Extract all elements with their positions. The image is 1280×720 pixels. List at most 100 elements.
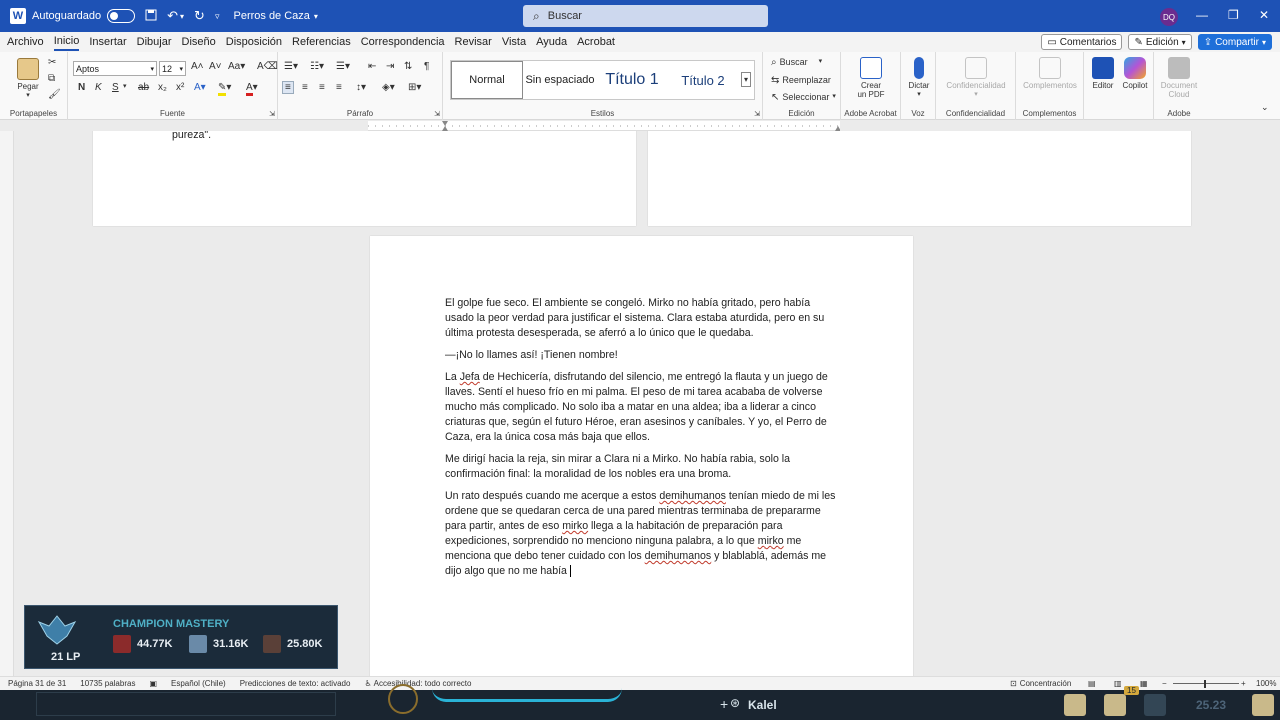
editing-mode-button[interactable]: ✎ Edición ▾: [1128, 34, 1192, 50]
numbering-icon[interactable]: ☷▾: [310, 61, 324, 72]
grow-font-icon[interactable]: A˄: [191, 61, 204, 72]
format-painter-icon[interactable]: 🖌: [48, 89, 61, 100]
superscript-icon[interactable]: x²: [176, 82, 184, 93]
settings-icon[interactable]: [1252, 694, 1274, 716]
zoom-out-icon[interactable]: −: [1162, 679, 1167, 688]
page-count[interactable]: Página 31 de 31: [8, 679, 66, 688]
paragraph-4[interactable]: Me dirigí hacia la reja, sin mirar a Cla…: [445, 452, 841, 482]
align-center-icon[interactable]: ≡: [302, 82, 308, 93]
share-button[interactable]: ⇪ Compartir ▾: [1197, 34, 1272, 50]
font-name-field[interactable]: Aptos ▾: [73, 61, 157, 76]
tab-acrobat[interactable]: Acrobat: [577, 34, 615, 50]
style-normal[interactable]: Normal: [451, 61, 523, 99]
addins-button[interactable]: Complementos: [1018, 57, 1082, 90]
italic-icon[interactable]: K: [95, 82, 102, 93]
plus-icon[interactable]: +: [720, 696, 728, 712]
undo-dropdown-icon[interactable]: ▾: [180, 12, 184, 21]
avatar[interactable]: DQ: [1160, 8, 1178, 26]
create-pdf-button[interactable]: Crear un PDF: [847, 57, 895, 99]
copy-icon[interactable]: ⧉: [48, 73, 55, 84]
decrease-indent-icon[interactable]: ⇤: [368, 61, 376, 72]
justify-icon[interactable]: ≡: [336, 82, 342, 93]
style-no-spacing[interactable]: Sin espaciado: [525, 61, 595, 99]
accessibility-status[interactable]: Accesibilidad: todo correcto: [374, 679, 472, 688]
restore-icon[interactable]: ❐: [1228, 8, 1239, 22]
cut-icon[interactable]: ✂: [48, 57, 56, 68]
read-mode-icon[interactable]: ▤: [1088, 679, 1096, 688]
bullets-icon[interactable]: ☰▾: [284, 61, 298, 72]
tab-dibujar[interactable]: Dibujar: [137, 34, 172, 50]
close-icon[interactable]: ✕: [1259, 8, 1269, 22]
page-body[interactable]: El golpe fue seco. El ambiente se congel…: [445, 296, 841, 586]
tab-correspondencia[interactable]: Correspondencia: [361, 34, 445, 50]
paragraph-1[interactable]: El golpe fue seco. El ambiente se congel…: [445, 296, 841, 341]
line-spacing-icon[interactable]: ↕▾: [356, 82, 366, 93]
font-dialog-launcher-icon[interactable]: ⇲: [269, 110, 275, 118]
inventory-icon[interactable]: [1104, 694, 1126, 716]
tab-archivo[interactable]: Archivo: [7, 34, 44, 50]
highlight-icon[interactable]: ✎▾: [218, 82, 231, 96]
tab-insertar[interactable]: Insertar: [89, 34, 126, 50]
customize-toolbar-icon[interactable]: ▿: [215, 11, 220, 22]
select-button[interactable]: ↖ Seleccionar ▾: [771, 92, 836, 103]
paragraph-dialog-launcher-icon[interactable]: ⇲: [434, 110, 440, 118]
web-layout-icon[interactable]: ▦: [1140, 679, 1148, 688]
tab-ayuda[interactable]: Ayuda: [536, 34, 567, 50]
align-right-icon[interactable]: ≡: [319, 82, 325, 93]
styles-more-icon[interactable]: ▾: [741, 72, 752, 87]
current-page[interactable]: El golpe fue seco. El ambiente se congel…: [370, 236, 913, 676]
tab-disposicion[interactable]: Disposición: [226, 34, 282, 50]
zoom-slider[interactable]: [1173, 683, 1239, 684]
minimize-icon[interactable]: —: [1196, 8, 1208, 22]
text-predictions[interactable]: Predicciones de texto: activado: [240, 679, 351, 688]
focus-button[interactable]: ⊡ Concentración: [1010, 679, 1071, 688]
player-name[interactable]: Kalel: [748, 698, 777, 712]
search-box[interactable]: ⌕ Buscar: [523, 5, 768, 27]
strikethrough-icon[interactable]: ab: [138, 82, 149, 93]
undo-icon[interactable]: ↶: [167, 8, 178, 24]
show-formatting-icon[interactable]: ¶: [424, 61, 429, 72]
shading-icon[interactable]: ◈▾: [382, 82, 395, 93]
underline-icon[interactable]: S: [112, 82, 119, 93]
borders-icon[interactable]: ⊞▾: [408, 82, 421, 93]
comments-button[interactable]: ▭ Comentarios: [1041, 34, 1123, 50]
paste-button[interactable]: Pegar ▾: [10, 58, 46, 99]
save-icon[interactable]: [145, 9, 157, 24]
font-color-icon[interactable]: A▾: [246, 82, 258, 96]
align-left-icon[interactable]: ≡: [282, 81, 294, 94]
bold-icon[interactable]: N: [78, 82, 85, 93]
vertical-ruler[interactable]: [0, 131, 14, 676]
word-count[interactable]: 10735 palabras: [80, 679, 135, 688]
language[interactable]: Español (Chile): [171, 679, 226, 688]
collapse-ribbon-icon[interactable]: ⌄: [1261, 102, 1269, 113]
find-button[interactable]: ⌕ Buscar ▾: [771, 57, 822, 68]
text-effects-icon[interactable]: A▾: [194, 82, 206, 93]
zoom-level[interactable]: 100%: [1256, 679, 1276, 688]
multilevel-list-icon[interactable]: ☰▾: [336, 61, 350, 72]
tab-revisar[interactable]: Revisar: [455, 34, 492, 50]
editor-button[interactable]: Editor: [1088, 57, 1118, 90]
tab-vista[interactable]: Vista: [502, 34, 526, 50]
replace-button[interactable]: ⇆ Reemplazar: [771, 75, 831, 86]
dictate-button[interactable]: Dictar ▾: [903, 57, 935, 98]
tab-inicio[interactable]: Inicio: [53, 33, 80, 51]
copilot-button[interactable]: Copilot: [1120, 57, 1150, 90]
sort-icon[interactable]: ⇅: [404, 61, 412, 72]
tab-referencias[interactable]: Referencias: [292, 34, 351, 50]
chevron-down-icon[interactable]: ▾: [123, 82, 127, 90]
document-title[interactable]: Perros de Caza ▾: [233, 10, 317, 22]
paragraph-3[interactable]: La Jefa de Hechicería, disfrutando del s…: [445, 370, 841, 445]
style-heading-1[interactable]: Título 1: [595, 61, 669, 99]
zoom-in-icon[interactable]: +: [1241, 679, 1246, 688]
print-layout-icon[interactable]: ▥: [1114, 679, 1122, 688]
clear-formatting-icon[interactable]: A⌫: [257, 61, 278, 72]
increase-indent-icon[interactable]: ⇥: [386, 61, 394, 72]
document-cloud-button[interactable]: Document Cloud: [1156, 57, 1202, 99]
microphone-icon[interactable]: [1144, 694, 1166, 716]
tab-diseno[interactable]: Diseño: [182, 34, 216, 50]
paragraph-5[interactable]: Un rato después cuando me acerque a esto…: [445, 489, 841, 579]
change-case-icon[interactable]: Aa▾: [228, 61, 245, 72]
subscript-icon[interactable]: x₂: [158, 82, 167, 93]
zoom-slider-thumb[interactable]: [1204, 680, 1206, 688]
redo-icon[interactable]: ↻: [194, 8, 205, 24]
